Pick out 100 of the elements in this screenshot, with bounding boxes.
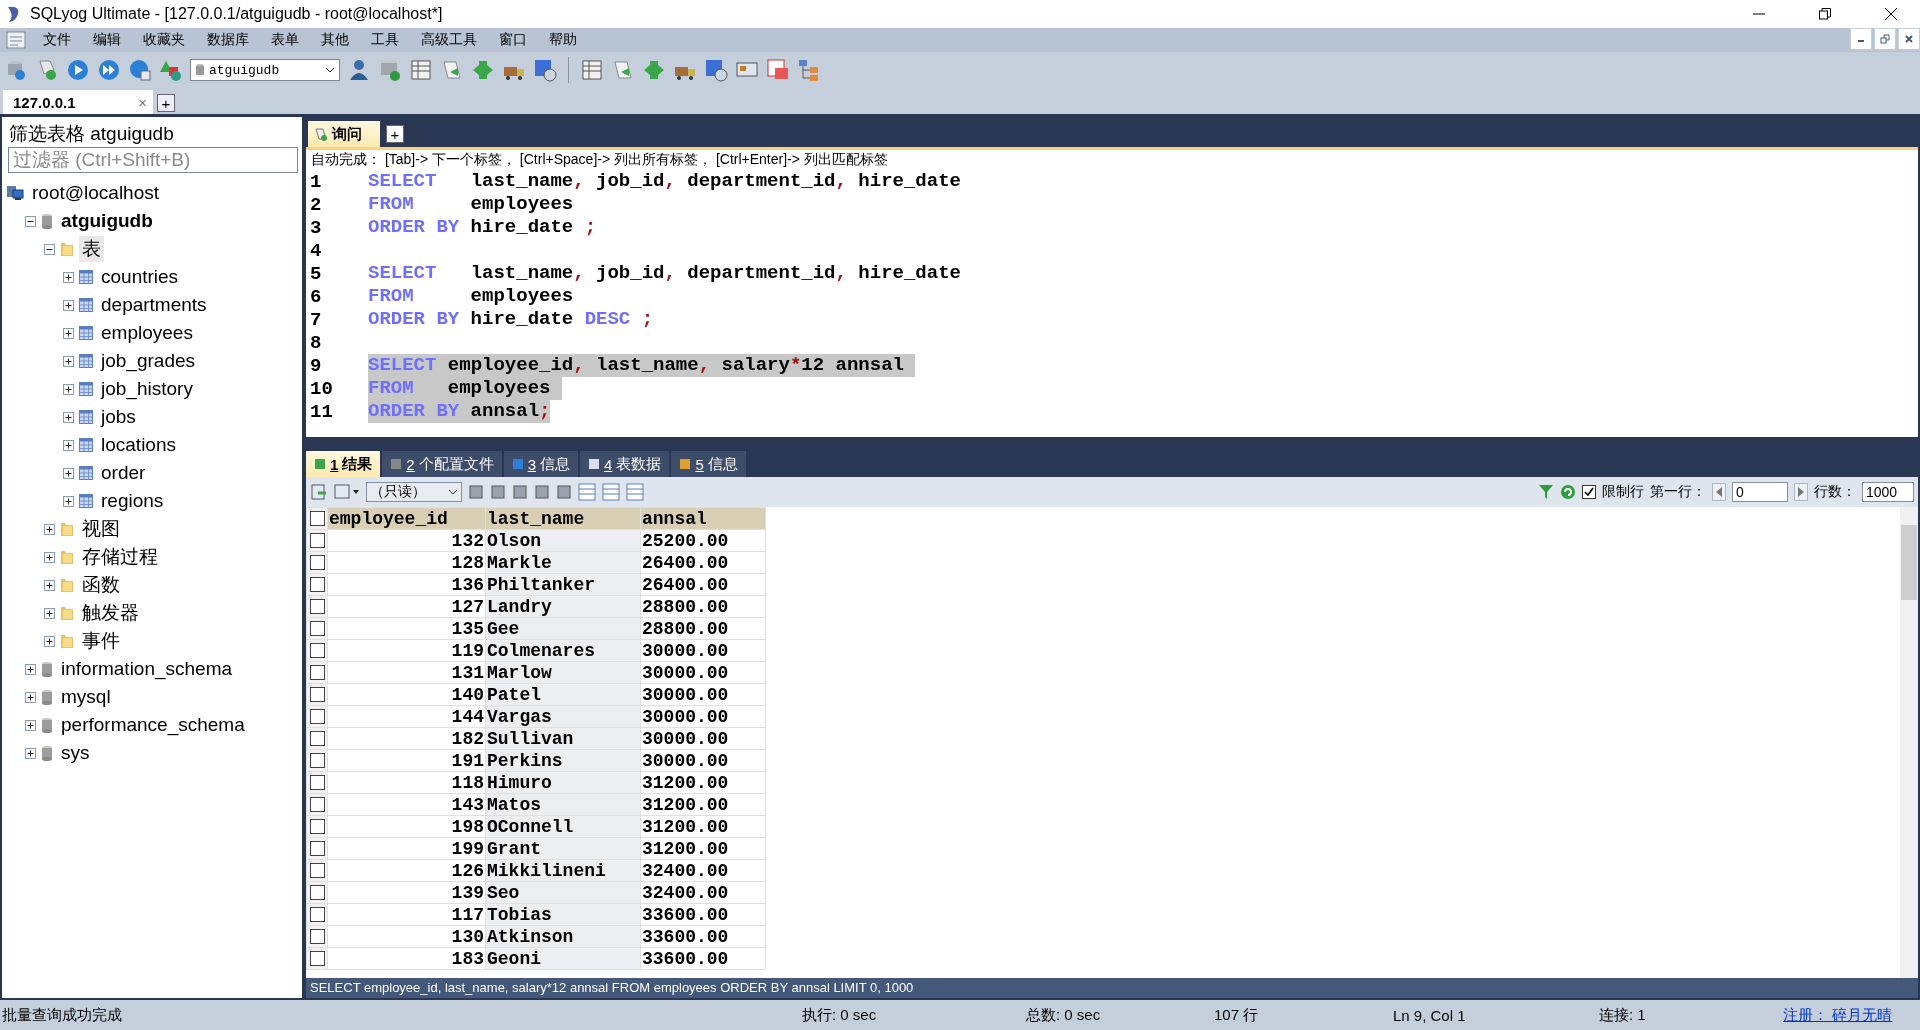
filter-field[interactable]: 过滤器 (Ctrl+Shift+B) [8,147,298,173]
tree-item[interactable]: job_history [98,378,196,400]
row-checkbox[interactable] [309,555,325,571]
result-tab[interactable]: 4 表数据 [580,451,670,477]
menu-item[interactable]: 表单 [260,31,310,49]
row-checkbox[interactable] [309,731,325,747]
tree-item[interactable]: jobs [98,406,139,428]
next-button[interactable] [1794,483,1808,501]
expand-toggle[interactable] [25,215,36,227]
tree-item[interactable]: atguigudb [58,210,156,232]
expand-toggle[interactable] [25,719,36,731]
row-checkbox[interactable] [309,797,325,813]
tree-item[interactable]: employees [98,322,196,344]
tree-item[interactable]: regions [98,490,167,512]
tree-item[interactable]: performance_schema [58,714,248,736]
expand-toggle[interactable] [44,523,55,535]
expand-toggle[interactable] [63,467,74,479]
limit-rows-checkbox[interactable] [1582,485,1596,499]
column-header[interactable]: employee_id [327,507,486,530]
column-header[interactable]: annsal [640,507,766,530]
column-header[interactable]: last_name [485,507,641,530]
menu-item[interactable]: 窗口 [488,31,538,49]
row-checkbox[interactable] [309,863,325,879]
row-count-field[interactable]: 1000 [1862,482,1914,502]
query-tab[interactable]: 询问 [308,121,380,147]
previous-button[interactable] [1712,483,1726,501]
row-checkbox[interactable] [309,841,325,857]
tree-item[interactable]: 函数 [79,572,123,598]
row-checkbox[interactable] [309,621,325,637]
expand-toggle[interactable] [25,663,36,675]
row-checkbox[interactable] [309,907,325,923]
expand-toggle[interactable] [44,607,55,619]
close-tab-button[interactable]: × [138,93,147,111]
tree-item[interactable]: 存储过程 [79,544,161,570]
tree-item[interactable]: departments [98,294,210,316]
row-checkbox[interactable] [309,533,325,549]
menu-item[interactable]: 编辑 [82,31,132,49]
close-button[interactable] [1898,28,1920,50]
row-checkbox[interactable] [309,775,325,791]
tree-item[interactable]: 表 [79,236,104,262]
expand-toggle[interactable] [44,551,55,563]
minimize-button[interactable] [1850,28,1872,50]
first-row-field[interactable]: 0 [1732,482,1788,502]
row-checkbox[interactable] [309,665,325,681]
database-dropdown[interactable]: atguigudb [190,59,340,81]
row-checkbox[interactable] [309,599,325,615]
expand-toggle[interactable] [44,579,55,591]
expand-toggle[interactable] [25,691,36,703]
filter-icon[interactable] [1538,484,1554,500]
expand-toggle[interactable] [44,243,55,255]
menu-item[interactable]: 文件 [32,31,82,49]
result-tab[interactable]: 2 个配置文件 [382,451,502,477]
menu-item[interactable]: 工具 [360,31,410,49]
new-tab-button[interactable]: + [157,94,175,112]
expand-toggle[interactable] [63,411,74,423]
menu-item[interactable]: 帮助 [538,31,588,49]
new-tab-button[interactable]: + [386,125,404,143]
tree-item[interactable]: countries [98,266,182,288]
expand-toggle[interactable] [63,439,74,451]
menu-item[interactable]: 其他 [310,31,360,49]
scrollbar[interactable] [1900,507,1918,978]
row-checkbox[interactable] [309,929,325,945]
result-tab[interactable]: 3 信息 [503,451,579,477]
expand-toggle[interactable] [63,327,74,339]
tree-item[interactable]: information_schema [58,658,236,680]
row-checkbox[interactable] [309,951,325,967]
tree-item[interactable]: root@localhost [29,182,163,204]
grid-dropdown-icon[interactable] [334,483,360,501]
tree-item[interactable]: order [98,462,149,484]
tree-item[interactable]: mysql [58,686,114,708]
menu-item[interactable]: 高级工具 [410,31,488,49]
select-all-checkbox[interactable] [309,511,325,527]
result-tab[interactable]: 1 结果 [306,451,381,477]
tree-item[interactable]: 事件 [79,628,123,654]
row-checkbox[interactable] [309,709,325,725]
expand-toggle[interactable] [25,747,36,759]
tree-item[interactable]: job_grades [98,350,199,372]
grid-view-icon[interactable] [578,483,596,501]
row-checkbox[interactable] [309,753,325,769]
user-icon[interactable] [347,58,371,82]
row-checkbox[interactable] [309,577,325,593]
expand-toggle[interactable] [63,299,74,311]
result-tab[interactable]: 5 信息 [671,451,746,477]
register-link[interactable]: 注册： 碎月无晴 [1783,1005,1893,1025]
fast-forward-icon[interactable] [97,58,121,82]
mode-dropdown[interactable]: （只读） [366,482,462,502]
connection-tab[interactable]: 127.0.0.1 × [3,90,153,114]
tree-item[interactable]: sys [58,742,93,764]
row-checkbox[interactable] [309,687,325,703]
row-checkbox[interactable] [309,885,325,901]
expand-toggle[interactable] [63,495,74,507]
menu-item[interactable]: 数据库 [196,31,260,49]
tree-item[interactable]: 视图 [79,516,123,542]
expand-toggle[interactable] [63,355,74,367]
tree-item[interactable]: locations [98,434,179,456]
expand-toggle[interactable] [44,635,55,647]
row-checkbox[interactable] [309,643,325,659]
row-checkbox[interactable] [309,819,325,835]
menu-item[interactable]: 收藏夹 [132,31,196,49]
expand-toggle[interactable] [63,383,74,395]
